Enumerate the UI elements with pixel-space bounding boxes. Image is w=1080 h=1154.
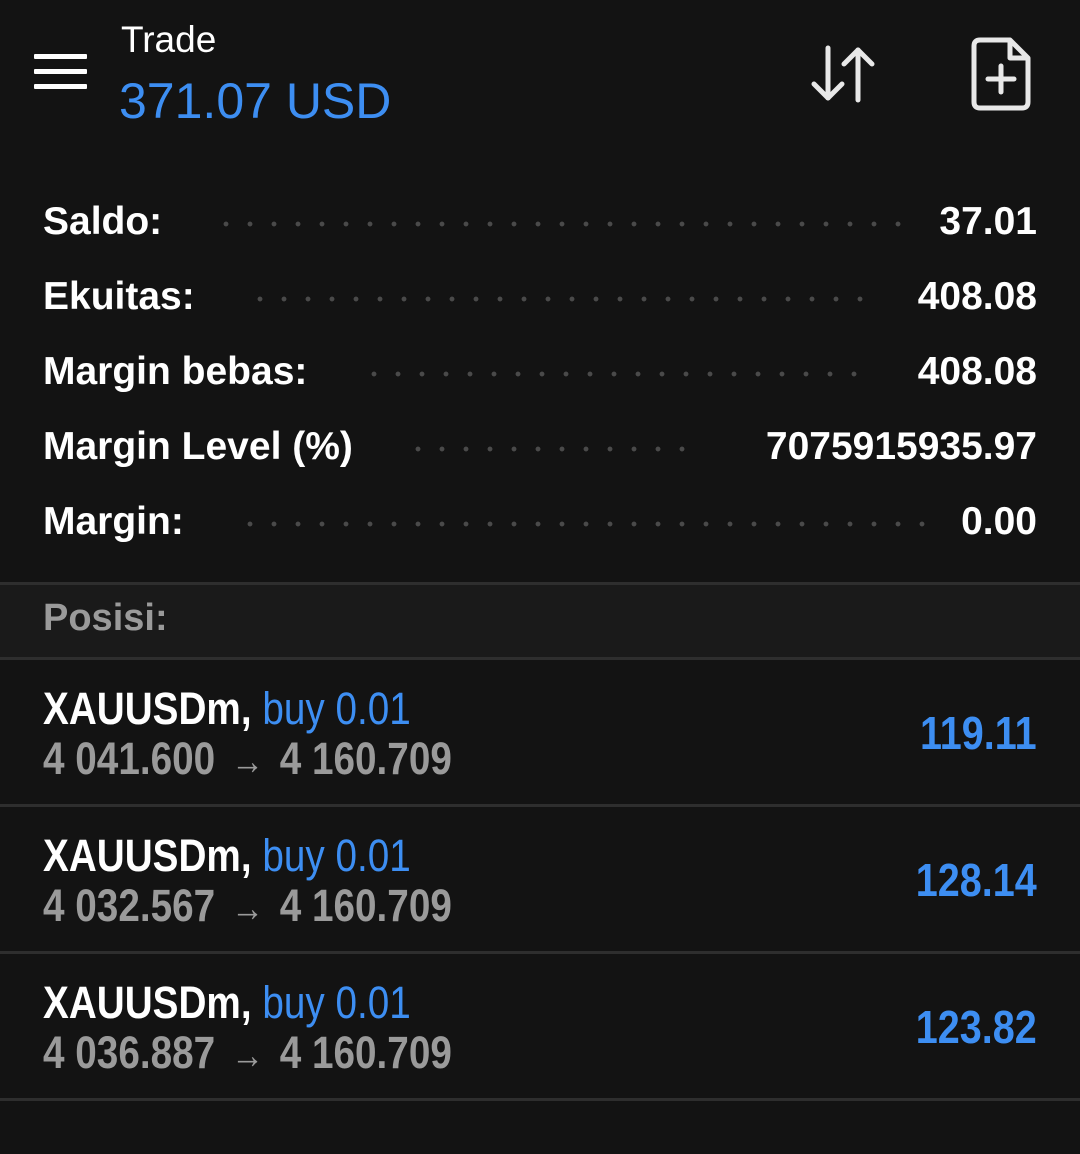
summary-value: 0.00: [961, 499, 1037, 543]
position-type: buy 0.01: [262, 830, 411, 881]
current-price: 4 160.709: [279, 733, 452, 784]
open-price: 4 041.600: [43, 733, 216, 784]
summary-label: Saldo:: [43, 199, 175, 244]
position-symbol: XAUUSDm,: [43, 683, 252, 734]
position-row[interactable]: XAUUSDm, buy 0.01 4 041.600 → 4 160.709 …: [0, 660, 1080, 804]
position-symbol: XAUUSDm,: [43, 977, 252, 1028]
dot-leader: [362, 370, 868, 377]
summary-label: Margin:: [43, 499, 196, 544]
position-title: XAUUSDm, buy 0.01: [43, 682, 411, 736]
summary-label: Margin Level (%): [43, 424, 365, 469]
positions-section-header: Posisi:: [0, 585, 1080, 657]
menu-icon[interactable]: [26, 42, 94, 102]
current-price: 4 160.709: [279, 880, 452, 931]
open-price: 4 032.567: [43, 880, 216, 931]
position-row[interactable]: XAUUSDm, buy 0.01 4 032.567 → 4 160.709 …: [0, 807, 1080, 951]
position-prices: 4 032.567 → 4 160.709: [43, 879, 452, 936]
page-title: Trade: [121, 19, 217, 60]
trade-screen: Trade 371.07 USD Saldo: 37.01 Ekuitas: 4…: [0, 0, 1080, 1154]
arrow-right-icon: →: [231, 741, 264, 783]
top-bar: Trade 371.07 USD: [0, 0, 1080, 150]
position-type: buy 0.01: [262, 683, 411, 734]
account-balance-title: 371.07 USD: [119, 73, 392, 129]
summary-row-ekuitas: Ekuitas: 408.08: [0, 259, 1080, 334]
position-prices: 4 036.887 → 4 160.709: [43, 1026, 452, 1083]
dot-leader: [238, 520, 938, 527]
summary-row-saldo: Saldo: 37.01: [0, 184, 1080, 259]
divider: [0, 1098, 1080, 1101]
open-price: 4 036.887: [43, 1027, 216, 1078]
position-title: XAUUSDm, buy 0.01: [43, 976, 411, 1030]
position-type: buy 0.01: [262, 977, 411, 1028]
position-title: XAUUSDm, buy 0.01: [43, 829, 411, 883]
position-prices: 4 041.600 → 4 160.709: [43, 732, 452, 789]
summary-row-margin-bebas: Margin bebas: 408.08: [0, 334, 1080, 409]
summary-value: 37.01: [939, 199, 1037, 243]
summary-value: 408.08: [917, 349, 1037, 393]
summary-row-margin-level: Margin Level (%) 7075915935.97: [0, 409, 1080, 484]
position-row[interactable]: XAUUSDm, buy 0.01 4 036.887 → 4 160.709 …: [0, 954, 1080, 1098]
position-profit: 128.14: [915, 854, 1037, 906]
dot-leader: [248, 295, 868, 302]
current-price: 4 160.709: [279, 1027, 452, 1078]
summary-label: Margin bebas:: [43, 349, 320, 394]
account-summary: Saldo: 37.01 Ekuitas: 408.08 Margin beba…: [0, 184, 1080, 559]
summary-label: Ekuitas:: [43, 274, 207, 319]
dot-leader: [406, 445, 702, 452]
position-profit: 123.82: [915, 1001, 1037, 1053]
position-profit: 119.11: [920, 707, 1037, 759]
summary-row-margin: Margin: 0.00: [0, 484, 1080, 559]
arrow-right-icon: →: [231, 888, 264, 930]
positions-section-label: Posisi:: [43, 597, 168, 639]
position-symbol: XAUUSDm,: [43, 830, 252, 881]
arrow-right-icon: →: [231, 1035, 264, 1077]
new-order-icon[interactable]: [966, 34, 1038, 114]
dot-leader: [214, 220, 914, 227]
summary-value: 7075915935.97: [765, 424, 1037, 468]
summary-value: 408.08: [917, 274, 1037, 318]
sort-arrows-icon[interactable]: [806, 38, 886, 110]
